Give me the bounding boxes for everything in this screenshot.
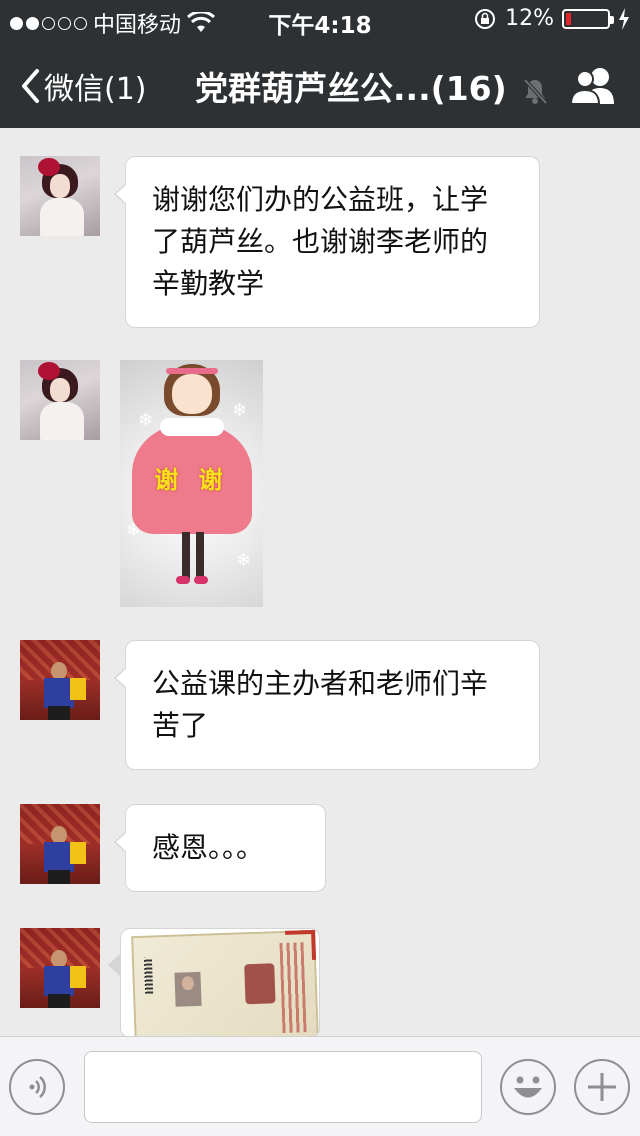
avatar[interactable] [20, 640, 100, 720]
charging-icon [619, 7, 629, 30]
smiley-icon [514, 1076, 542, 1098]
certificate-image[interactable] [120, 928, 320, 1036]
chevron-left-icon [22, 69, 39, 103]
people-icon[interactable] [568, 66, 618, 106]
more-button[interactable] [574, 1059, 630, 1115]
voice-button[interactable] [9, 1059, 65, 1115]
input-bar [0, 1036, 640, 1136]
back-label: 微信(1) [44, 72, 147, 107]
message-list[interactable]: 谢谢您们办的公益班，让学了葫芦丝。也谢谢李老师的辛勤教学 ❄ ❄ ❄ ❄ ❄ 谢… [0, 128, 640, 1036]
message-bubble[interactable]: 感恩。。。 [114, 804, 326, 892]
sticker-text: 谢 谢 [154, 466, 229, 494]
battery-percent: 12% [505, 6, 554, 31]
battery-icon [562, 8, 614, 29]
emoji-button[interactable] [500, 1059, 556, 1115]
message-bubble[interactable]: 谢谢您们办的公益班，让学了葫芦丝。也谢谢李老师的辛勤教学 [114, 156, 540, 328]
nav-bar: 微信(1) 党群葫芦丝公...(16) [0, 40, 640, 128]
voice-icon [29, 1076, 46, 1098]
bell-muted-icon [523, 78, 548, 105]
avatar[interactable] [20, 804, 100, 884]
rotation-lock-icon [475, 8, 496, 29]
sticker-image[interactable]: ❄ ❄ ❄ ❄ ❄ 谢 谢 [120, 360, 263, 607]
message-input[interactable] [84, 1051, 482, 1123]
chat-title: 党群葫芦丝公...(16) [195, 69, 507, 108]
bubble-arrow [108, 954, 120, 976]
top-bar: 中国移动 下午4:18 12% 微信(1) 党群葫芦丝公...(16) [0, 0, 640, 128]
status-right: 12% [473, 6, 630, 31]
avatar[interactable] [20, 360, 100, 440]
message-text: 谢谢您们办的公益班，让学了葫芦丝。也谢谢李老师的辛勤教学 [152, 183, 489, 300]
plus-icon [588, 1073, 616, 1101]
message-bubble[interactable]: 公益课的主办者和老师们辛苦了 [114, 640, 540, 770]
status-bar: 中国移动 下午4:18 12% [0, 0, 640, 40]
back-button[interactable]: 微信(1) [20, 64, 147, 108]
avatar[interactable] [20, 928, 100, 1008]
avatar[interactable] [20, 156, 100, 236]
message-text: 感恩。。。 [152, 831, 265, 864]
message-text: 公益课的主办者和老师们辛苦了 [152, 667, 489, 742]
